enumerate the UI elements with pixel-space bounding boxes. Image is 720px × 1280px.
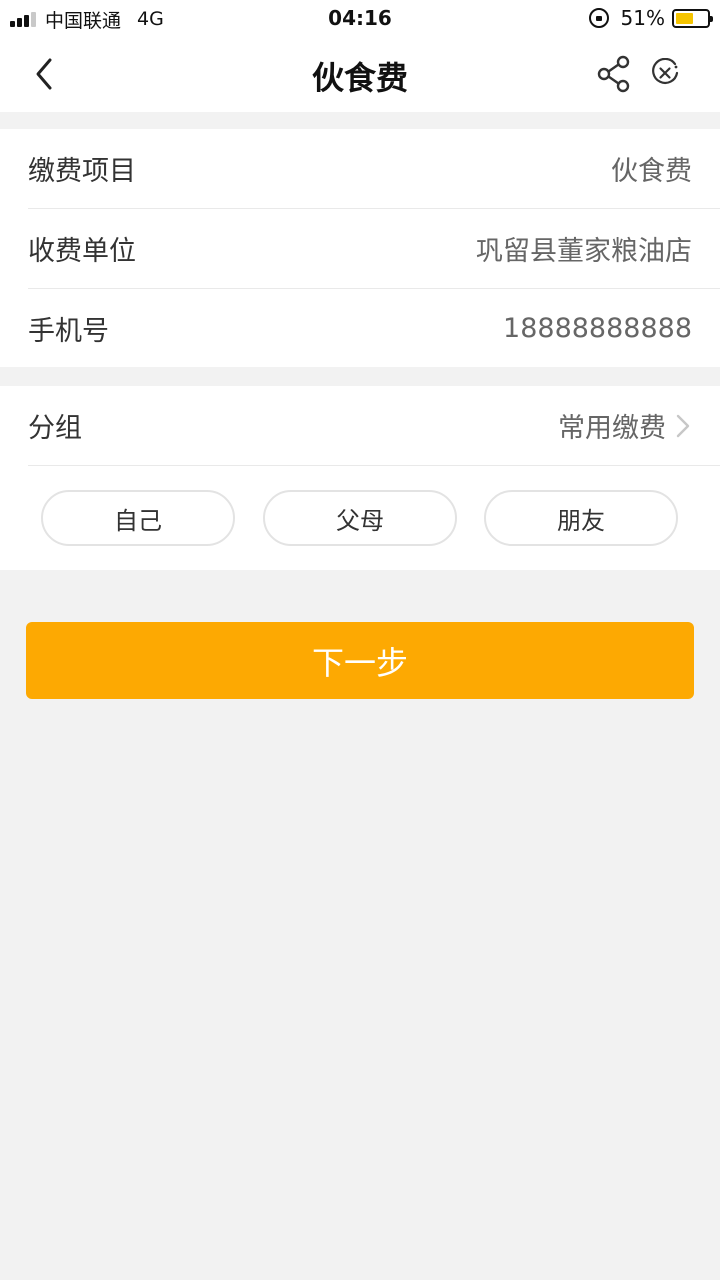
chip-self[interactable]: 自己	[41, 490, 235, 546]
group-value: 常用缴费	[558, 413, 666, 444]
phone-row: 手机号 18888888888	[28, 289, 720, 367]
nav-bar: 伙食费	[0, 36, 720, 112]
rotation-lock-icon	[588, 8, 609, 28]
phone-value: 18888888888	[503, 312, 692, 344]
payment-item-row: 缴费项目 伙食费	[28, 129, 720, 209]
battery-icon	[672, 8, 713, 28]
status-bar: 中国联通 4G 04:16 51%	[0, 0, 720, 36]
payment-item-value: 伙食费	[611, 156, 692, 187]
share-icon[interactable]	[596, 55, 632, 93]
group-label: 分组	[28, 413, 82, 444]
payment-item-label: 缴费项目	[28, 156, 136, 187]
group-chips: 自己 父母 朋友	[0, 490, 720, 546]
next-step-button[interactable]: 下一步	[26, 622, 694, 699]
group-value-wrap: 常用缴费	[558, 406, 692, 445]
payment-info-section: 缴费项目 伙食费 收费单位 巩留县董家粮油店 手机号 18888888888	[0, 129, 720, 367]
chip-parents[interactable]: 父母	[263, 490, 457, 546]
group-section: 分组 常用缴费 自己 父母 朋友	[0, 386, 720, 570]
payee-value: 巩留县董家粮油店	[476, 236, 692, 267]
payee-label: 收费单位	[28, 236, 136, 267]
close-circle-icon[interactable]	[650, 58, 680, 88]
battery-level-fill	[676, 12, 693, 24]
chevron-right-icon	[676, 414, 690, 437]
chip-friends[interactable]: 朋友	[484, 490, 678, 546]
payee-row: 收费单位 巩留县董家粮油店	[28, 209, 720, 289]
group-selector-row[interactable]: 分组 常用缴费	[28, 386, 720, 466]
phone-label: 手机号	[28, 315, 109, 347]
battery-percent: 51%	[620, 6, 665, 30]
status-right: 51%	[588, 6, 713, 30]
